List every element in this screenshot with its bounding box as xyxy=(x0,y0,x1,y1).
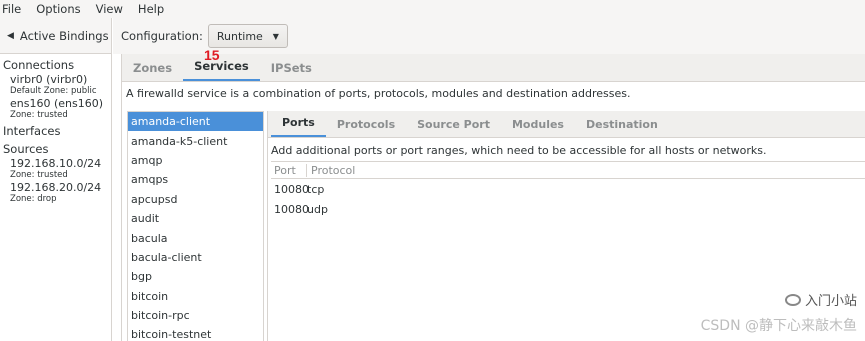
menu-help[interactable]: Help xyxy=(136,2,164,16)
watermark-line1: 入门小站 xyxy=(804,294,857,309)
services-list: amanda-client amanda-k5-client amqp amqp… xyxy=(127,111,264,341)
table-row[interactable]: 10080 udp xyxy=(271,199,865,219)
ports-table: Port Protocol 10080 tcp 10080 udp xyxy=(271,161,865,219)
annotation-number: 15 xyxy=(204,47,220,63)
list-item[interactable]: amqps xyxy=(128,170,263,189)
list-item[interactable]: bitcoin-testnet xyxy=(128,325,263,341)
active-bindings-toggle[interactable]: ◀ Active Bindings xyxy=(0,18,111,54)
list-item[interactable]: amqp xyxy=(128,151,263,170)
port-cell: 10080 xyxy=(274,182,309,196)
menu-options[interactable]: Options xyxy=(34,2,80,16)
tab-modules[interactable]: Modules xyxy=(501,115,575,137)
tab-source-port[interactable]: Source Port xyxy=(406,115,501,137)
source-item[interactable]: 192.168.20.0/24 Zone: drop xyxy=(0,180,111,204)
sources-header: Sources xyxy=(3,142,49,156)
list-item[interactable]: bgp xyxy=(128,267,263,286)
connection-zone: Default Zone: public xyxy=(10,86,97,96)
list-item[interactable]: amanda-client xyxy=(128,112,263,132)
column-header-protocol[interactable]: Protocol xyxy=(307,164,355,177)
table-row[interactable]: 10080 tcp xyxy=(271,179,865,199)
active-bindings-panel: ◀ Active Bindings Connections virbr0 (vi… xyxy=(0,18,112,341)
wechat-icon xyxy=(784,293,801,306)
list-item[interactable]: bitcoin xyxy=(128,287,263,306)
port-cell: 10080 xyxy=(274,202,309,216)
service-tabs: Ports Protocols Source Port Modules Dest… xyxy=(268,111,865,138)
tab-protocols[interactable]: Protocols xyxy=(326,115,406,137)
list-item[interactable]: bitcoin-rpc xyxy=(128,306,263,325)
triangle-left-icon: ◀ xyxy=(7,30,14,41)
dropdown-arrow-icon: ▼ xyxy=(272,31,279,41)
menu-view[interactable]: View xyxy=(94,2,123,16)
watermark-line2: CSDN @静下心来敲木鱼 xyxy=(700,318,857,334)
source-zone: Zone: trusted xyxy=(10,170,68,180)
list-item[interactable]: apcupsd xyxy=(128,190,263,209)
configuration-row: Configuration: Runtime ▼ xyxy=(113,18,865,54)
protocol-cell: udp xyxy=(307,202,328,216)
main-tabs: Zones Services IPSets 15 xyxy=(122,47,865,82)
list-item[interactable]: audit xyxy=(128,209,263,228)
source-item[interactable]: 192.168.10.0/24 Zone: trusted xyxy=(0,156,111,180)
services-description: A firewalld service is a combination of … xyxy=(126,87,631,100)
configuration-label: Configuration: xyxy=(121,29,203,43)
configuration-select[interactable]: Runtime ▼ xyxy=(207,24,288,48)
menubar: File Options View Help xyxy=(0,0,865,18)
tab-ipsets[interactable]: IPSets xyxy=(260,59,323,81)
ports-description: Add additional ports or port ranges, whi… xyxy=(271,144,767,157)
interfaces-header: Interfaces xyxy=(3,124,61,138)
tab-services[interactable]: Services xyxy=(183,59,260,81)
connections-header: Connections xyxy=(3,58,75,72)
source-zone: Zone: drop xyxy=(10,194,57,204)
watermark: 入门小站 CSDN @静下心来敲木鱼 xyxy=(701,290,857,335)
active-bindings-label: Active Bindings xyxy=(19,28,109,43)
column-header-port[interactable]: Port xyxy=(271,163,307,177)
connection-name: virbr0 (virbr0) xyxy=(10,73,88,86)
list-item[interactable]: bacula xyxy=(128,228,263,247)
source-name: 192.168.10.0/24 xyxy=(10,157,102,170)
list-item[interactable]: amanda-k5-client xyxy=(128,131,263,150)
menu-file[interactable]: File xyxy=(0,2,21,16)
connection-name: ens160 (ens160) xyxy=(10,97,104,110)
list-item[interactable]: bacula-client xyxy=(128,248,263,267)
connection-item[interactable]: virbr0 (virbr0) Default Zone: public xyxy=(0,72,111,96)
tab-destination[interactable]: Destination xyxy=(575,115,669,137)
watermark-brand: 入门小站 xyxy=(701,290,857,309)
table-header: Port Protocol xyxy=(271,162,865,179)
connection-zone: Zone: trusted xyxy=(10,110,68,120)
connection-item[interactable]: ens160 (ens160) Zone: trusted xyxy=(0,96,111,120)
tab-zones[interactable]: Zones xyxy=(122,59,183,81)
configuration-value: Runtime xyxy=(216,29,263,43)
source-name: 192.168.20.0/24 xyxy=(10,181,102,194)
tab-ports[interactable]: Ports xyxy=(271,115,326,137)
protocol-cell: tcp xyxy=(307,182,325,196)
